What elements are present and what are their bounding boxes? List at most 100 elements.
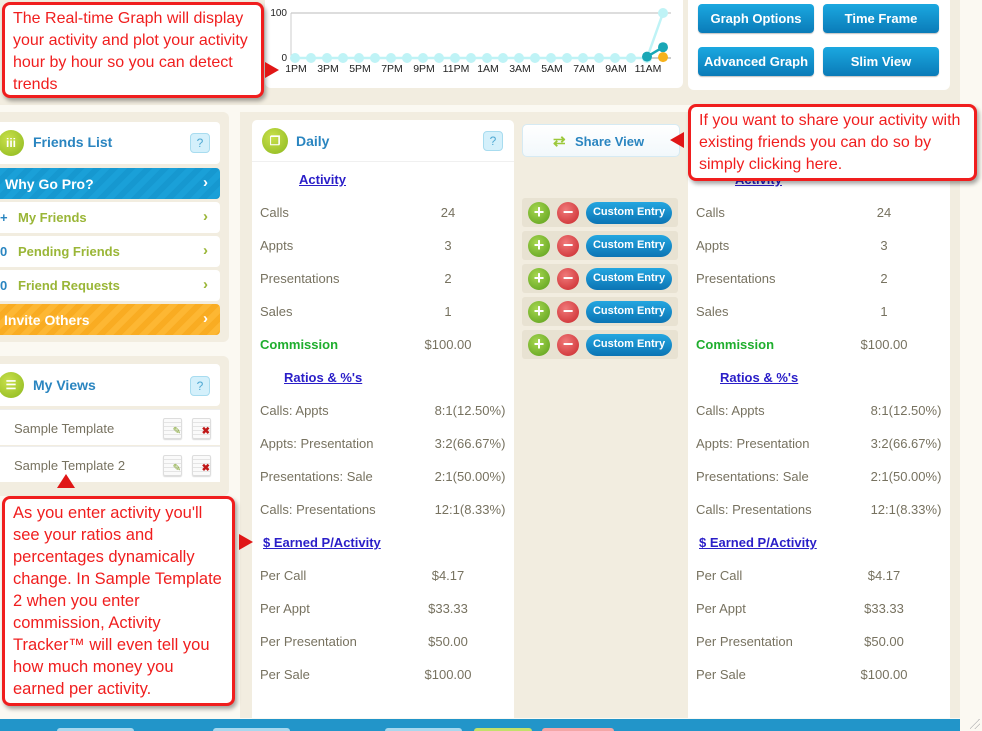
stat-label: Calls: Presentations: [260, 502, 376, 517]
callout-arrow-icon: [670, 132, 684, 148]
custom-entry-button[interactable]: Custom Entry: [586, 235, 672, 257]
shared-ratios-heading-link[interactable]: Ratios & %'s: [720, 370, 798, 385]
friends-help-button[interactable]: ?: [190, 133, 210, 153]
daily-ratios-heading-link[interactable]: Ratios & %'s: [284, 370, 362, 385]
minus-icon[interactable]: −: [557, 334, 579, 356]
stat-label: Presentations: Sale: [260, 469, 373, 484]
commission-label: Commission: [260, 337, 339, 352]
invite-others-label: Invite Others: [4, 312, 90, 328]
entry-row: + − Custom Entry: [522, 231, 678, 260]
advanced-graph-button[interactable]: Advanced Graph: [698, 47, 814, 76]
sidebar-item-my-friends[interactable]: + My Friends ›: [0, 202, 220, 233]
views-help-button[interactable]: ?: [190, 376, 210, 396]
stat-label: Appts: Presentation: [260, 436, 374, 451]
my-friends-label: My Friends: [18, 210, 87, 225]
stat-label: Presentations: Sale: [696, 469, 809, 484]
stat-value: $100.00: [860, 667, 908, 682]
sidebar-item-pending-friends[interactable]: 0 Pending Friends ›: [0, 236, 220, 267]
custom-entry-button[interactable]: Custom Entry: [586, 268, 672, 290]
plus-icon[interactable]: +: [528, 301, 550, 323]
stat-label: Appts: [696, 238, 730, 253]
data-point-light: [290, 53, 300, 63]
stat-label: Per Appt: [260, 601, 310, 616]
minus-icon[interactable]: −: [557, 202, 579, 224]
minus-icon[interactable]: −: [557, 268, 579, 290]
custom-entry-button[interactable]: Custom Entry: [586, 202, 672, 224]
data-point-dark: [642, 51, 652, 62]
views-title: My Views: [33, 377, 96, 393]
views-list-icon: ☰: [0, 372, 24, 398]
plus-icon[interactable]: +: [528, 334, 550, 356]
invite-others-button[interactable]: Invite Others ›: [0, 304, 220, 335]
data-point-light: [562, 53, 572, 63]
data-point-light: [546, 53, 556, 63]
ratios-callout: As you enter activity you'll see your ra…: [2, 496, 235, 706]
data-point-light: [402, 53, 412, 63]
stat-label: Calls: Presentations: [696, 502, 812, 517]
bottom-toolbar: [0, 719, 960, 731]
view-item[interactable]: Sample Template ✎ ✖: [0, 409, 220, 445]
daily-activity-heading-link[interactable]: Activity: [299, 172, 346, 187]
stat-value: 24: [440, 205, 456, 220]
data-point-light: [386, 53, 396, 63]
data-point-light: [626, 53, 636, 63]
x-tick-label: 5PM: [349, 63, 371, 75]
stat-value: 12:1(8.33%): [870, 502, 942, 517]
plus-icon[interactable]: +: [528, 268, 550, 290]
stat-label: Calls: [696, 205, 725, 220]
my-friends-count: +: [0, 210, 8, 225]
chevron-right-icon: ›: [203, 208, 208, 225]
edit-pencil-icon[interactable]: ✎: [163, 455, 182, 476]
commission-value: $100.00: [424, 337, 472, 352]
data-point-light: [306, 53, 316, 63]
stat-value: $4.17: [867, 568, 901, 583]
stat-value: 2: [444, 271, 452, 286]
data-point-light: [338, 53, 348, 63]
data-point-light: [482, 53, 492, 63]
view-item[interactable]: Sample Template 2 ✎ ✖: [0, 446, 220, 482]
shared-view-card: ActivityCalls24Appts3Presentations2Sales…: [688, 120, 950, 718]
stat-value: 12:1(8.33%): [434, 502, 506, 517]
why-go-pro-button[interactable]: Why Go Pro? ›: [0, 168, 220, 199]
data-point-light: [354, 53, 364, 63]
delete-x-icon[interactable]: ✖: [192, 455, 211, 476]
share-view-button[interactable]: ⇄ Share View: [522, 124, 680, 157]
chevron-right-icon: ›: [203, 174, 208, 191]
delete-x-icon[interactable]: ✖: [192, 418, 211, 439]
daily-earned-heading-link[interactable]: $ Earned P/Activity: [263, 535, 381, 550]
time-frame-button[interactable]: Time Frame: [823, 4, 939, 33]
stat-label: Calls: Appts: [696, 403, 765, 418]
custom-entry-button[interactable]: Custom Entry: [586, 334, 672, 356]
custom-entry-button[interactable]: Custom Entry: [586, 301, 672, 323]
stat-label: Per Appt: [696, 601, 746, 616]
friends-header: iii Friends List ?: [0, 122, 220, 164]
data-point-light: [466, 53, 476, 63]
view-item-label: Sample Template: [14, 421, 115, 436]
share-arrows-icon: ⇄: [553, 133, 566, 150]
daily-help-button[interactable]: ?: [483, 131, 503, 151]
plus-icon[interactable]: +: [528, 202, 550, 224]
data-point-light: [450, 53, 460, 63]
stat-label: Appts: Presentation: [696, 436, 810, 451]
daily-title: Daily: [296, 133, 330, 149]
stat-value: 2: [880, 271, 888, 286]
slim-view-button[interactable]: Slim View: [823, 47, 939, 76]
data-point-light: [610, 53, 620, 63]
data-point-light: [370, 53, 380, 63]
callout-arrow-icon: [57, 474, 75, 488]
edit-pencil-icon[interactable]: ✎: [163, 418, 182, 439]
minus-icon[interactable]: −: [557, 235, 579, 257]
minus-icon[interactable]: −: [557, 301, 579, 323]
friends-panel: iii Friends List ? Why Go Pro? › + My Fr…: [0, 112, 229, 342]
commission-value: $100.00: [860, 337, 908, 352]
sidebar-item-friend-requests[interactable]: 0 Friend Requests ›: [0, 270, 220, 301]
data-point-light: [594, 53, 604, 63]
shared-earned-heading-link[interactable]: $ Earned P/Activity: [699, 535, 817, 550]
resize-grip-icon[interactable]: [970, 719, 980, 729]
plus-icon[interactable]: +: [528, 235, 550, 257]
pending-friends-count: 0: [0, 244, 8, 259]
stat-value: 3:2(66.67%): [870, 436, 942, 451]
graph-options-button[interactable]: Graph Options: [698, 4, 814, 33]
stat-label: Sales: [696, 304, 729, 319]
stat-value: 8:1(12.50%): [870, 403, 942, 418]
